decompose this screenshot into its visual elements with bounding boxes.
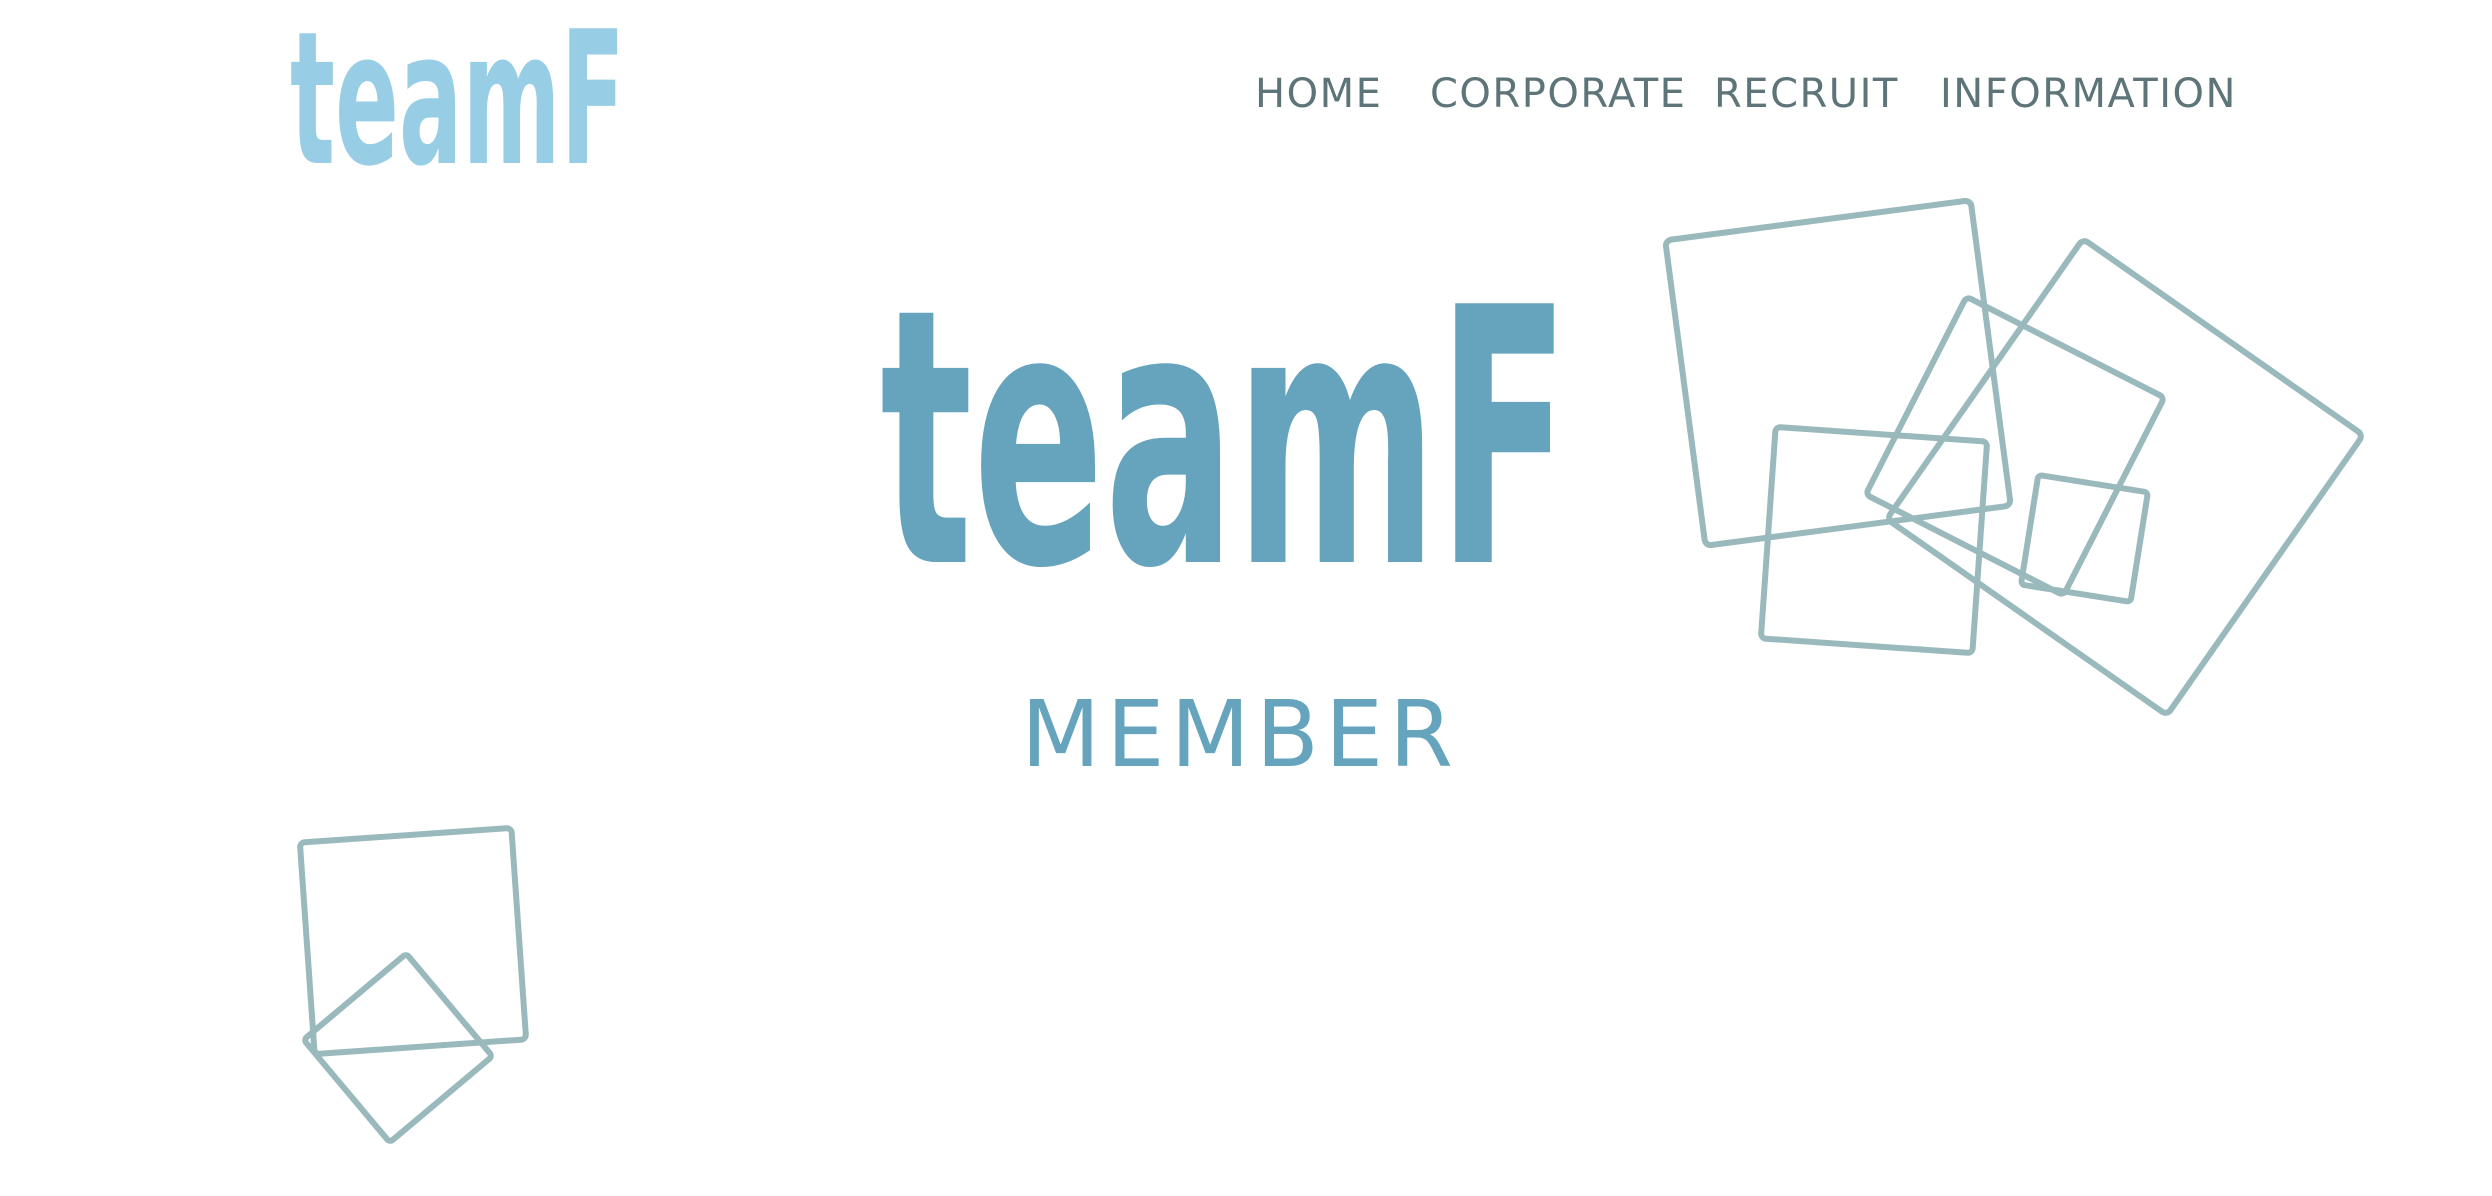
- header-logo[interactable]: teamF: [290, 0, 630, 207]
- deco-square-left: [297, 825, 529, 1057]
- nav-recruit[interactable]: RECRUIT: [1714, 64, 1899, 124]
- deco-square-small: [2018, 472, 2151, 605]
- header-logo-text: teamF: [290, 0, 625, 207]
- deco-square-middle: [1758, 424, 1990, 656]
- deco-square-large: [1662, 197, 2014, 549]
- hero-logo: teamF: [880, 234, 1580, 647]
- nav-home[interactable]: HOME: [1255, 64, 1382, 124]
- nav-information[interactable]: INFORMATION: [1940, 64, 2237, 124]
- page-title: MEMBER: [1020, 681, 1460, 788]
- hero-logo-wordmark: teamF: [880, 234, 1570, 647]
- header-logo-wordmark: teamF: [290, 0, 625, 207]
- deco-square-left-diamond: [302, 952, 494, 1144]
- hero-logo-text: teamF: [880, 234, 1570, 647]
- deco-square-tilted: [1864, 295, 2166, 597]
- nav-corporate[interactable]: CORPORATE: [1430, 64, 1686, 124]
- deco-square-diamond: [1886, 238, 2364, 716]
